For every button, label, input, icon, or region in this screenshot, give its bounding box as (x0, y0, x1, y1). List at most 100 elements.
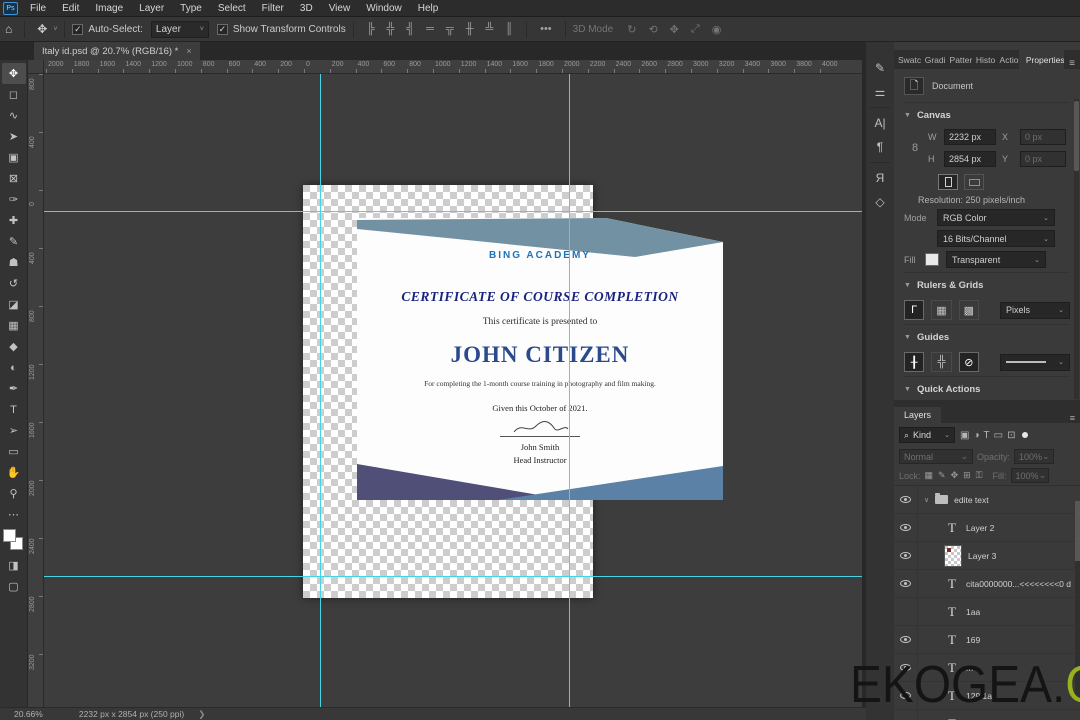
blur-tool[interactable]: ◆ (2, 336, 26, 357)
lock-pixels-icon[interactable]: ✎ (938, 470, 946, 481)
bit-depth-dropdown[interactable]: 16 Bits/Channel ⌄ (937, 230, 1055, 247)
eye-icon[interactable] (900, 524, 911, 531)
tab-patter[interactable]: Patter (945, 50, 972, 69)
visibility-cell[interactable] (894, 486, 918, 513)
tab-swatc[interactable]: Swatc (894, 50, 921, 69)
eraser-tool[interactable]: ◪ (2, 294, 26, 315)
width-field[interactable]: 2232 px (944, 129, 996, 145)
tab-histo[interactable]: Histo (971, 50, 996, 69)
menu-item-3d[interactable]: 3D (292, 0, 321, 17)
distribute-bottom-icon[interactable]: ╩ (480, 23, 500, 35)
fill-dropdown[interactable]: Transparent ⌄ (946, 251, 1046, 268)
lasso-tool[interactable]: ∿ (2, 105, 26, 126)
lock-guides-icon[interactable]: ╬ (931, 352, 952, 372)
menu-item-window[interactable]: Window (358, 0, 410, 17)
pen-tool[interactable]: ✒ (2, 378, 26, 399)
guides-section-header[interactable]: ▼ Guides (904, 324, 1070, 348)
align-left-icon[interactable]: ╠ (361, 23, 381, 35)
tab-layers[interactable]: Layers (894, 407, 942, 423)
libraries-panel-icon[interactable]: ◇ (867, 190, 893, 214)
tab-actio[interactable]: Actio (995, 50, 1019, 69)
layer-name[interactable]: 1aa (966, 607, 980, 617)
brush-tool[interactable]: ✎ (2, 231, 26, 252)
distribute-center-icon[interactable]: ╫ (460, 23, 480, 35)
move-tool-icon[interactable]: ✥ (32, 22, 52, 36)
properties-scrollbar[interactable] (1074, 99, 1079, 399)
blend-mode-dropdown[interactable]: Normal ⌄ (899, 449, 973, 464)
character-panel-icon[interactable]: A| (867, 111, 893, 135)
align-right-icon[interactable]: ╣ (400, 23, 420, 35)
canvas-area[interactable]: BING ACADEMY CERTIFICATE OF COURSE COMPL… (44, 74, 862, 707)
certificate-artwork[interactable]: BING ACADEMY CERTIFICATE OF COURSE COMPL… (357, 218, 723, 500)
clone-stamp-tool[interactable]: ☗ (2, 252, 26, 273)
eye-icon[interactable] (900, 580, 911, 587)
marquee-tool[interactable]: ◻ (2, 84, 26, 105)
more-options-icon[interactable]: ••• (534, 23, 558, 35)
menu-item-help[interactable]: Help (410, 0, 447, 17)
edit-toolbar[interactable]: ⋯ (2, 504, 26, 525)
eyedropper-tool[interactable]: ✑ (2, 189, 26, 210)
lock-transparency-icon[interactable]: ▦ (925, 470, 934, 481)
layer-name[interactable]: 169 (966, 635, 980, 645)
ruler-left[interactable]: 800 400 0 400 800 1200 1600 2000 2400 2800 3200 (28, 74, 44, 707)
ruler-corner[interactable] (28, 60, 44, 74)
lock-artboard-icon[interactable]: ⊞ (963, 470, 971, 481)
guide-vertical[interactable] (569, 74, 570, 707)
guide-style-dropdown[interactable]: ⌄ (999, 353, 1070, 371)
distribute-top-icon[interactable]: ╦ (440, 23, 460, 35)
menu-item-select[interactable]: Select (210, 0, 254, 17)
height-field[interactable]: 2854 px (944, 151, 996, 167)
home-icon[interactable]: ⌂ (0, 22, 17, 36)
layer-name[interactable]: Layer 3 (968, 551, 996, 561)
chevron-down-icon[interactable]: ˅ (53, 26, 57, 33)
layer-row[interactable]: T 1aa (894, 598, 1080, 626)
rulers-toggle-icon[interactable]: Γ (904, 300, 925, 320)
eye-icon[interactable] (900, 552, 911, 559)
filter-smart-icon[interactable]: ⊡ (1005, 430, 1017, 441)
foreground-color-swatch[interactable] (2, 529, 16, 542)
layer-name[interactable]: edite text (954, 495, 989, 505)
panel-menu-icon[interactable]: ≡ (1064, 58, 1080, 69)
layer-row[interactable]: Tcita0000000...<<<<<<<<0 d (894, 570, 1080, 598)
type-tool[interactable]: T (2, 399, 26, 420)
menu-item-layer[interactable]: Layer (131, 0, 172, 17)
move-tool[interactable]: ✥ (1, 63, 26, 84)
path-select-tool[interactable]: ➢ (2, 420, 26, 441)
menu-item-edit[interactable]: Edit (54, 0, 87, 17)
opacity-field[interactable]: 100% ⌄ (1014, 449, 1055, 464)
gradient-tool[interactable]: ▦ (2, 315, 26, 336)
shape-tool[interactable]: ▭ (2, 441, 26, 462)
group-chevron-icon[interactable]: ∨ (924, 496, 929, 504)
properties-document-row[interactable]: 🗋 Document (904, 75, 1070, 103)
layer-row[interactable]: T Layer 2 (894, 514, 1080, 542)
tab-gradi[interactable]: Gradi (920, 50, 946, 69)
menu-item-view[interactable]: View (321, 0, 359, 17)
link-dimensions-icon[interactable]: 8 (912, 142, 922, 154)
distribute-h-icon[interactable]: ║ (499, 23, 519, 35)
document-tab[interactable]: Italy id.psd @ 20.7% (RGB/16) * × (34, 42, 200, 60)
auto-select-checkbox[interactable]: ✓ (72, 23, 84, 35)
healing-brush-tool[interactable]: ✚ (2, 210, 26, 231)
mode-dropdown[interactable]: RGB Color ⌄ (937, 209, 1055, 226)
lock-position-icon[interactable]: ✥ (951, 470, 959, 481)
clear-guides-icon[interactable]: ⊘ (958, 352, 979, 372)
rulers-grids-section-header[interactable]: ▼ Rulers & Grids (904, 272, 1070, 296)
menu-item-file[interactable]: File (22, 0, 54, 17)
align-center-v-icon[interactable]: ═ (420, 23, 440, 35)
filter-adjustment-icon[interactable]: ◑ (971, 430, 981, 441)
auto-select-dropdown[interactable]: Layer ˅ (150, 20, 209, 38)
transparency-grid-icon[interactable]: ▩ (958, 300, 979, 320)
grid-toggle-icon[interactable]: ▦ (931, 300, 952, 320)
panel-menu-icon[interactable]: ≡ (1065, 413, 1080, 423)
align-center-h-icon[interactable]: ╬ (381, 23, 401, 35)
visibility-cell[interactable] (894, 626, 918, 653)
fill-swatch[interactable] (925, 253, 939, 266)
quick-actions-section-header[interactable]: ▼ Quick Actions (904, 376, 1070, 400)
tool-presets-icon[interactable]: ⚌ (867, 80, 893, 104)
eye-icon[interactable] (900, 636, 911, 643)
visibility-cell[interactable] (894, 542, 918, 569)
visibility-cell[interactable] (894, 514, 918, 541)
show-transform-checkbox[interactable]: ✓ (216, 23, 228, 35)
quick-mask-icon[interactable]: ◨ (2, 555, 26, 576)
guide-vertical[interactable] (320, 74, 321, 707)
